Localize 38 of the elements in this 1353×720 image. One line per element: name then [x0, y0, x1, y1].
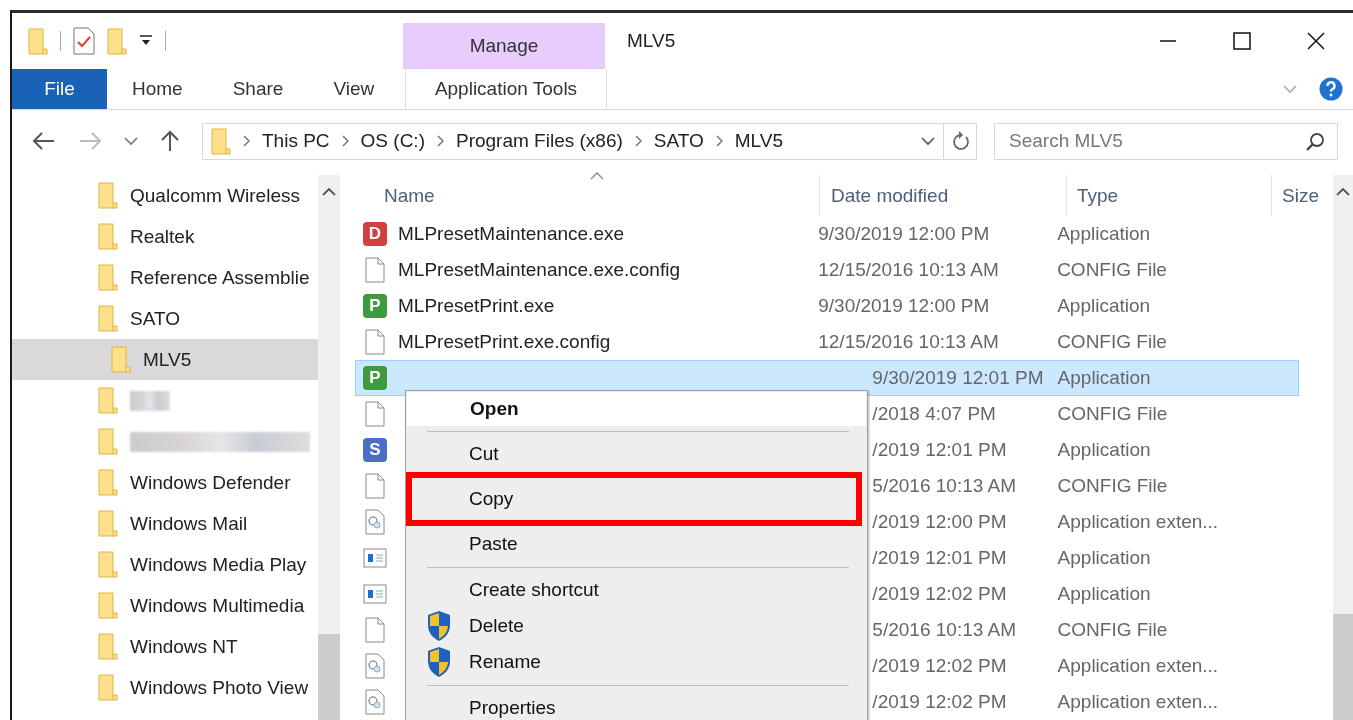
date-modified: 12/15/2016 10:13 AM: [818, 331, 999, 353]
file-type: Application: [1057, 295, 1151, 317]
app-badge-icon: P: [363, 366, 387, 390]
file-type: CONFIG File: [1057, 619, 1168, 641]
date-modified: /2019 12:01 PM: [872, 547, 1007, 569]
context-tab-group-label: Manage: [403, 23, 605, 69]
file-name: MLPresetMaintenance.exe: [398, 223, 624, 245]
app-badge-icon: D: [363, 222, 387, 246]
date-modified: 9/30/2019 12:00 PM: [818, 223, 990, 245]
file-type: Application: [1057, 223, 1151, 245]
file-type: Application: [1057, 439, 1151, 461]
date-modified: /2019 12:02 PM: [872, 655, 1007, 677]
file-type: CONFIG File: [1057, 475, 1168, 497]
date-modified: /2019 12:02 PM: [872, 583, 1007, 605]
file-type: CONFIG File: [1057, 403, 1168, 425]
date-modified: 9/30/2019 12:00 PM: [818, 295, 990, 317]
file-name: MLPresetPrint.exe.config: [398, 331, 611, 353]
date-modified: 9/30/2019 12:01 PM: [872, 367, 1044, 389]
file-type: CONFIG File: [1057, 259, 1167, 281]
file-type: Application: [1057, 367, 1151, 389]
date-modified: /2019 12:02 PM: [872, 691, 1007, 713]
date-modified: 5/2016 10:13 AM: [872, 475, 1017, 497]
date-modified: /2018 4:07 PM: [872, 403, 996, 425]
file-type: CONFIG File: [1057, 331, 1167, 353]
date-modified: /2019 12:00 PM: [872, 511, 1007, 533]
app-badge-icon: P: [363, 294, 387, 318]
app-badge-icon: S: [363, 438, 387, 462]
date-modified: 5/2016 10:13 AM: [872, 619, 1017, 641]
date-modified: /2019 12:01 PM: [872, 439, 1007, 461]
file-type: Application: [1057, 547, 1151, 569]
file-type: Application exten...: [1057, 511, 1219, 533]
window-title: MLV5: [627, 30, 676, 52]
file-name: MLPresetPrint.exe: [398, 295, 555, 317]
file-type: Application exten...: [1057, 655, 1219, 677]
date-modified: 12/15/2016 10:13 AM: [818, 259, 999, 281]
file-type: Application: [1057, 583, 1151, 605]
file-type: Application exten...: [1057, 691, 1219, 713]
file-name: MLPresetMaintenance.exe.config: [398, 259, 680, 281]
